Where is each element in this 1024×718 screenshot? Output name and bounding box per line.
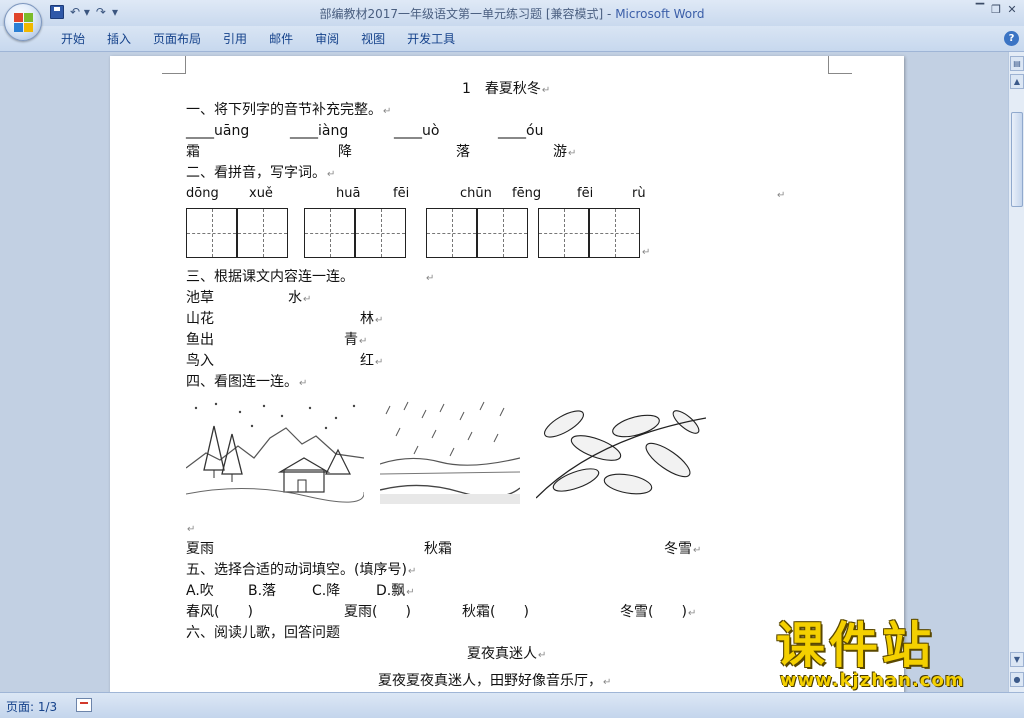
pinyin-blank: ____óu	[498, 123, 544, 139]
help-icon[interactable]: ?	[1004, 31, 1019, 46]
section-2-heading: 二、看拼音，写字词。↵	[186, 165, 336, 181]
document-page[interactable]: 1 春夏秋冬↵ 一、将下列字的音节补充完整。↵ ____uāng ____iàn…	[110, 56, 904, 692]
tab-review[interactable]: 审阅	[304, 31, 350, 47]
match-left: 鱼出	[186, 332, 214, 348]
tianzige-pair	[426, 208, 528, 258]
scroll-down-icon[interactable]: ▼	[1010, 652, 1024, 667]
fill-blank: 夏雨( )	[344, 604, 411, 620]
browse-object-icon[interactable]: ●	[1010, 672, 1024, 687]
paragraph-mark: ↵	[777, 190, 786, 201]
poem-title: 夏夜真迷人↵	[467, 646, 547, 662]
match-right: 林↵	[360, 311, 384, 327]
scene-label: 秋霜	[424, 541, 452, 557]
option-item: B.落	[248, 583, 277, 599]
pinyin-label: fēi	[577, 186, 594, 201]
window-controls: ▔ ❐ ✕	[972, 3, 1020, 19]
hanzi-item: 霜	[186, 144, 200, 160]
match-right: 青↵	[344, 332, 368, 348]
watermark-logo-text: 课件站	[776, 617, 936, 674]
leaves-image	[536, 410, 706, 499]
section-3-heading: 三、根据课文内容连一连。 ↵	[186, 269, 435, 285]
tab-view[interactable]: 视图	[350, 31, 396, 47]
match-right: 红↵	[360, 353, 384, 369]
pinyin-label: huā	[336, 186, 361, 201]
tab-references[interactable]: 引用	[212, 31, 258, 47]
pinyin-blank: ____uò	[394, 123, 440, 139]
hanzi-item: 落	[456, 144, 470, 160]
tab-page-layout[interactable]: 页面布局	[142, 31, 212, 47]
watermark-url: www.kjzhan.com	[780, 670, 965, 691]
tab-insert[interactable]: 插入	[96, 31, 142, 47]
pinyin-label: rù	[632, 186, 646, 201]
ruler-toggle-icon[interactable]: ▤	[1010, 56, 1024, 71]
match-left: 池草	[186, 290, 214, 306]
paragraph-mark: ↵	[187, 524, 196, 535]
match-left: 山花	[186, 311, 214, 327]
office-button[interactable]	[4, 3, 42, 41]
pinyin-blank: ____uāng	[186, 123, 250, 139]
window-title: 部编教材2017一年级语文第一单元练习题 [兼容模式] - Microsoft …	[0, 5, 1024, 22]
page-indicator[interactable]: 页面: 1/3	[6, 698, 57, 715]
pinyin-label: xuě	[249, 186, 273, 201]
scene-label: 夏雨	[186, 541, 214, 557]
document-area[interactable]: 1 春夏秋冬↵ 一、将下列字的音节补充完整。↵ ____uāng ____iàn…	[0, 52, 1008, 692]
tianzige-pair	[186, 208, 288, 258]
paragraph-mark: ↵	[642, 247, 651, 258]
section-1-heading: 一、将下列字的音节补充完整。↵	[186, 102, 392, 118]
pinyin-label: fēi	[393, 186, 410, 201]
option-item: C.降	[312, 583, 341, 599]
tianzige-pair	[538, 208, 640, 258]
crop-mark	[828, 56, 852, 74]
restore-icon[interactable]: ❐	[988, 3, 1004, 19]
fill-blank: 春风( )	[186, 604, 253, 620]
tianzige-pair	[304, 208, 406, 258]
match-right: 水↵	[288, 290, 312, 306]
vertical-scrollbar[interactable]: ▤ ▲ ▼ ●	[1008, 52, 1024, 692]
app-name: Microsoft Word	[615, 7, 705, 21]
tab-home[interactable]: 开始	[50, 31, 96, 47]
scroll-up-icon[interactable]: ▲	[1010, 74, 1024, 89]
title-bar: ↶ ▾ ↷ ▾ 部编教材2017一年级语文第一单元练习题 [兼容模式] - Mi…	[0, 0, 1024, 41]
tab-mailings[interactable]: 邮件	[258, 31, 304, 47]
section-4-heading: 四、看图连一连。↵	[186, 374, 308, 390]
minimize-icon[interactable]: ▔	[972, 3, 988, 19]
pinyin-label: dōng	[186, 186, 219, 201]
match-left: 鸟入	[186, 353, 214, 369]
ribbon-tab-bar: 开始 插入 页面布局 引用 邮件 审阅 视图 开发工具 ?	[0, 26, 1024, 52]
close-icon[interactable]: ✕	[1004, 3, 1020, 19]
proofing-icon[interactable]	[76, 698, 92, 712]
hanzi-item: 降	[338, 144, 352, 160]
lesson-title: 1 春夏秋冬↵	[462, 81, 551, 97]
option-item: D.飘↵	[376, 583, 415, 599]
title-separator: -	[603, 7, 616, 21]
poem-line: 夏夜夏夜真迷人，田野好像音乐厅，↵	[378, 673, 612, 689]
section-5-heading: 五、选择合适的动词填空。(填序号)↵	[186, 562, 417, 578]
rain-scene-image	[380, 401, 520, 504]
document-title: 部编教材2017一年级语文第一单元练习题 [兼容模式]	[319, 7, 604, 21]
pinyin-label: fēng	[512, 186, 542, 201]
office-logo-icon	[14, 13, 34, 33]
fill-blank: 秋霜( )	[462, 604, 529, 620]
scene-label: 冬雪↵	[664, 541, 702, 557]
scroll-thumb[interactable]	[1011, 112, 1023, 207]
pinyin-label: chūn	[460, 186, 492, 201]
watermark: 课件站 www.kjzhan.com	[770, 618, 1010, 693]
fill-blank: 冬雪( )↵	[620, 604, 697, 620]
pinyin-blank: ____iàng	[290, 123, 349, 139]
option-item: A.吹	[186, 583, 214, 599]
winter-scene-image	[186, 402, 364, 503]
status-bar: 页面: 1/3	[0, 692, 1024, 718]
section-6-heading: 六、阅读儿歌，回答问题	[186, 625, 340, 641]
tab-developer[interactable]: 开发工具	[396, 31, 466, 47]
crop-mark	[162, 56, 186, 74]
hanzi-item: 游↵	[553, 144, 577, 160]
